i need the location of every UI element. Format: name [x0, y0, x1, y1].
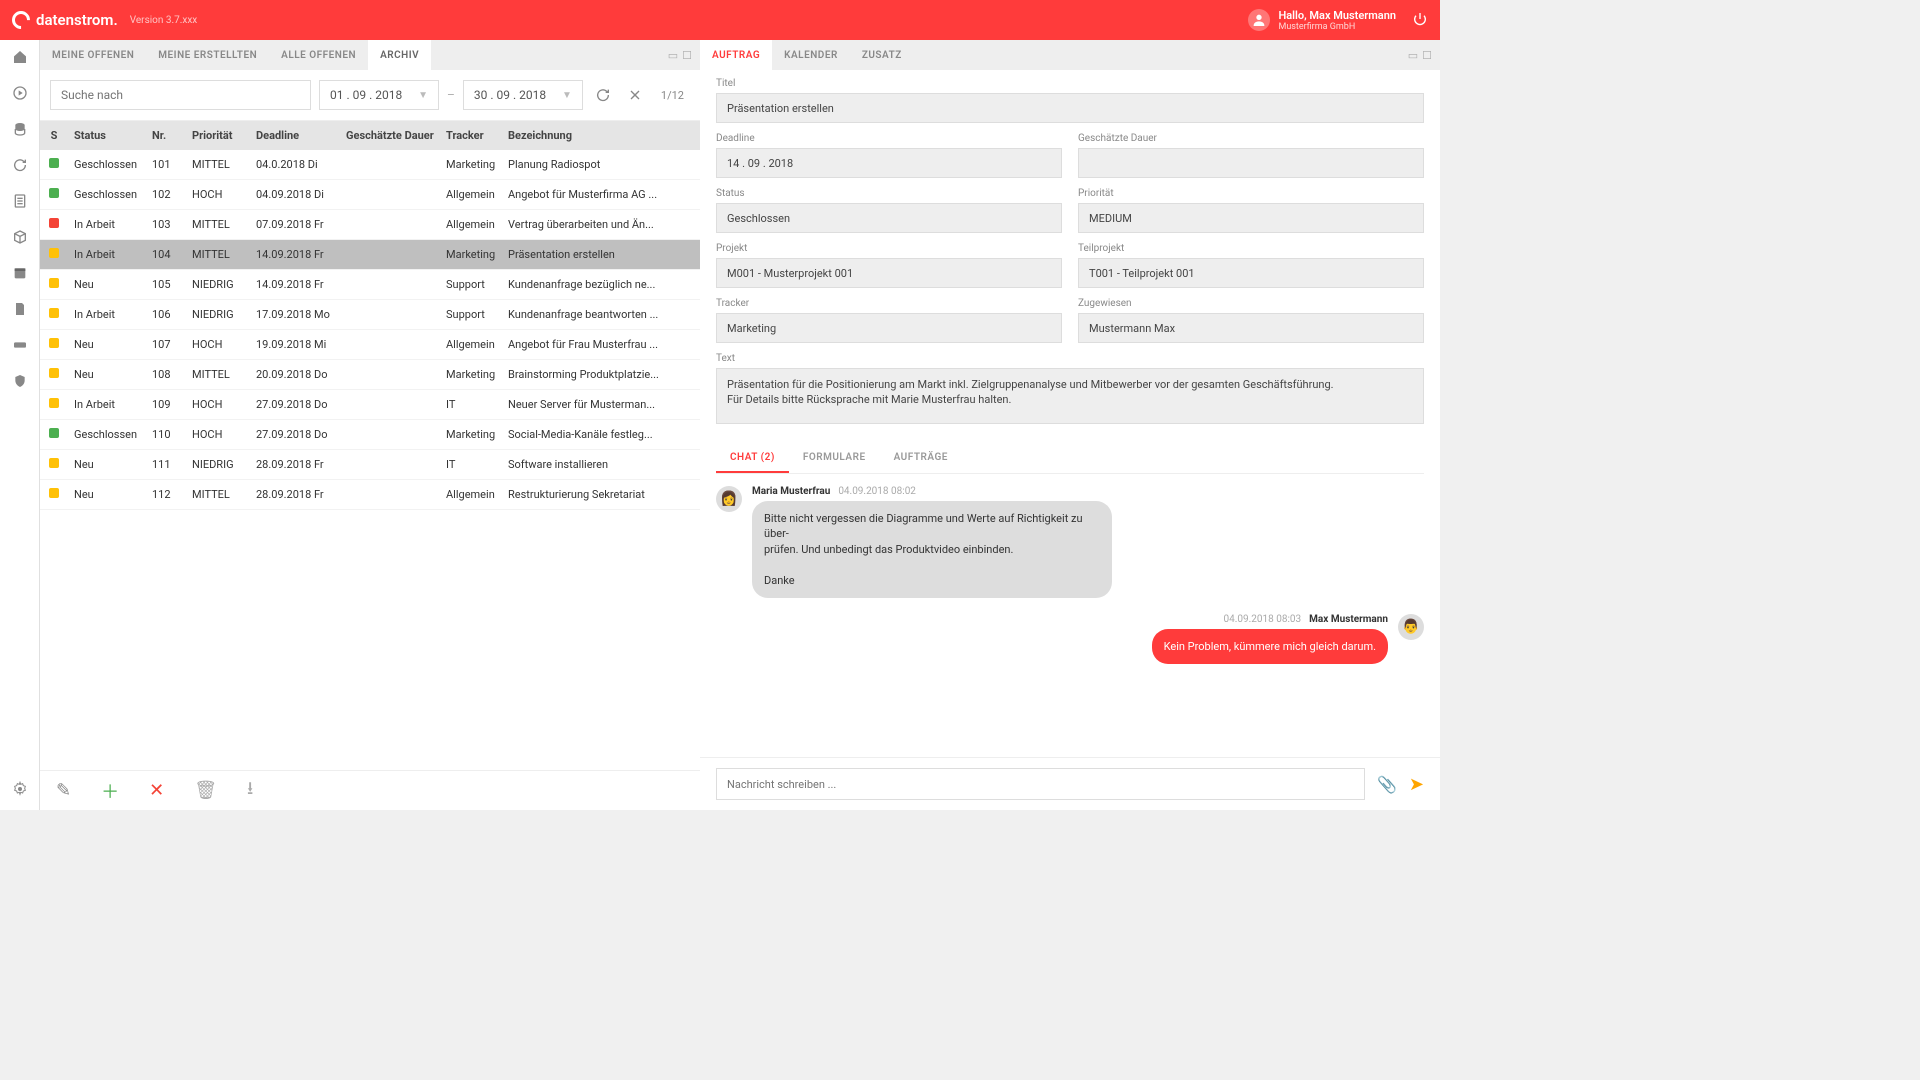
right-tabs: AUFTRAGKALENDERZUSATZ ▭ ☐ — [700, 40, 1440, 70]
status-dot — [49, 428, 59, 438]
table-row[interactable]: Geschlossen110HOCH27.09.2018 DoMarketing… — [40, 420, 700, 450]
date-to-picker[interactable]: 30 . 09 . 2018▼ — [463, 80, 583, 110]
table-row[interactable]: Neu105NIEDRIG14.09.2018 FrSupportKundena… — [40, 270, 700, 300]
maximize-icon[interactable]: ☐ — [1422, 49, 1432, 62]
user-menu[interactable]: Hallo, Max Mustermann Musterfirma GmbH — [1248, 9, 1396, 32]
delete-icon[interactable]: ✕ — [149, 780, 164, 801]
subtab-1[interactable]: FORMULARE — [789, 444, 880, 473]
avatar: 👩 — [716, 486, 742, 512]
brand-text: datenstrom. — [36, 11, 118, 29]
subtab-2[interactable]: AUFTRÄGE — [880, 444, 962, 473]
table-row[interactable]: Geschlossen101MITTEL04.0.2018 DiMarketin… — [40, 150, 700, 180]
play-icon[interactable] — [11, 84, 29, 102]
prio-field[interactable]: MEDIUM — [1078, 203, 1424, 233]
logo-icon — [8, 7, 33, 32]
document-icon[interactable] — [11, 300, 29, 318]
status-dot — [49, 248, 59, 258]
stack-icon[interactable] — [11, 120, 29, 138]
send-icon[interactable]: ➤ — [1409, 774, 1424, 795]
download-icon[interactable]: ⭳ — [247, 776, 253, 806]
minimize-icon[interactable]: ▭ — [1408, 49, 1418, 62]
logo[interactable]: datenstrom. — [12, 11, 118, 29]
add-icon[interactable]: ＋ — [101, 778, 119, 804]
status-dot — [49, 368, 59, 378]
nav-rail — [0, 40, 40, 810]
tab-meine-erstellten[interactable]: MEINE ERSTELLTEN — [146, 40, 269, 70]
table-header: S Status Nr. Priorität Deadline Geschätz… — [40, 121, 700, 150]
box-icon[interactable] — [11, 228, 29, 246]
minimize-icon[interactable]: ▭ — [668, 49, 678, 62]
table-row[interactable]: In Arbeit103MITTEL07.09.2018 FrAllgemein… — [40, 210, 700, 240]
tab-zusatz[interactable]: ZUSATZ — [850, 40, 914, 70]
status-dot — [49, 158, 59, 168]
chevron-down-icon: ▼ — [562, 90, 572, 101]
subtab-0[interactable]: CHAT (2) — [716, 444, 789, 473]
status-dot — [49, 188, 59, 198]
attach-icon[interactable]: 📎 — [1377, 775, 1397, 794]
sub-tabs: CHAT (2)FORMULAREAUFTRÄGE — [716, 444, 1424, 474]
status-field[interactable]: Geschlossen — [716, 203, 1062, 233]
status-dot — [49, 278, 59, 288]
refresh-icon[interactable] — [11, 156, 29, 174]
home-icon[interactable] — [11, 48, 29, 66]
table-row[interactable]: Neu111NIEDRIG28.09.2018 FrITSoftware ins… — [40, 450, 700, 480]
chevron-down-icon: ▼ — [418, 90, 428, 101]
status-dot — [49, 398, 59, 408]
tab-auftrag[interactable]: AUFTRAG — [700, 40, 772, 70]
table-row[interactable]: Geschlossen102HOCH04.09.2018 DiAllgemein… — [40, 180, 700, 210]
avatar: 👨 — [1398, 614, 1424, 640]
tracker-field[interactable]: Marketing — [716, 313, 1062, 343]
date-from-picker[interactable]: 01 . 09 . 2018▼ — [319, 80, 439, 110]
table-row[interactable]: Neu107HOCH19.09.2018 MiAllgemeinAngebot … — [40, 330, 700, 360]
trash-icon[interactable]: 🗑 — [194, 780, 217, 801]
chat-message: 👩Maria Musterfrau04.09.2018 08:02Bitte n… — [716, 486, 1424, 598]
dauer-field[interactable] — [1078, 148, 1424, 178]
close-icon[interactable] — [623, 83, 647, 107]
status-dot — [49, 488, 59, 498]
message-bubble: Bitte nicht vergessen die Diagramme und … — [752, 501, 1112, 598]
tab-kalender[interactable]: KALENDER — [772, 40, 850, 70]
tab-meine-offenen[interactable]: MEINE OFFENEN — [40, 40, 146, 70]
ticket-icon[interactable] — [11, 336, 29, 354]
status-dot — [49, 338, 59, 348]
avatar-icon — [1248, 9, 1270, 31]
zugewiesen-field[interactable]: Mustermann Max — [1078, 313, 1424, 343]
status-dot — [49, 308, 59, 318]
table-row[interactable]: In Arbeit104MITTEL14.09.2018 FrMarketing… — [40, 240, 700, 270]
table-row[interactable]: Neu108MITTEL20.09.2018 DoMarketingBrains… — [40, 360, 700, 390]
teilprojekt-field[interactable]: T001 - Teilprojekt 001 — [1078, 258, 1424, 288]
edit-icon[interactable]: ✎ — [56, 780, 71, 801]
titel-field[interactable]: Präsentation erstellen — [716, 93, 1424, 123]
maximize-icon[interactable]: ☐ — [682, 49, 692, 62]
status-dot — [49, 218, 59, 228]
projekt-field[interactable]: M001 - Musterprojekt 001 — [716, 258, 1062, 288]
company-text: Musterfirma GmbH — [1278, 22, 1396, 32]
reload-icon[interactable] — [591, 83, 615, 107]
text-field[interactable]: Präsentation für die Positionierung am M… — [716, 368, 1424, 424]
shield-icon[interactable] — [11, 372, 29, 390]
version-text: Version 3.7.xxx — [130, 15, 198, 26]
tab-alle-offenen[interactable]: ALLE OFFENEN — [269, 40, 368, 70]
table-row[interactable]: In Arbeit109HOCH27.09.2018 DoITNeuer Ser… — [40, 390, 700, 420]
gear-icon[interactable] — [11, 780, 29, 798]
search-input[interactable] — [50, 80, 311, 110]
deadline-field[interactable]: 14 . 09 . 2018 — [716, 148, 1062, 178]
chat-input[interactable] — [716, 768, 1365, 800]
tab-archiv[interactable]: ARCHIV — [368, 40, 431, 70]
message-bubble: Kein Problem, kümmere mich gleich darum. — [1152, 629, 1388, 664]
greeting-text: Hallo, Max Mustermann — [1278, 9, 1396, 22]
page-info: 1/12 — [655, 89, 690, 102]
table-row[interactable]: In Arbeit106NIEDRIG17.09.2018 MoSupportK… — [40, 300, 700, 330]
chat-message: 👨04.09.2018 08:03Max MustermannKein Prob… — [716, 614, 1424, 664]
calculator-icon[interactable] — [11, 192, 29, 210]
power-icon[interactable] — [1412, 11, 1428, 30]
table-row[interactable]: Neu112MITTEL28.09.2018 FrAllgemeinRestru… — [40, 480, 700, 510]
calendar-icon[interactable] — [11, 264, 29, 282]
left-tabs: MEINE OFFENENMEINE ERSTELLTENALLE OFFENE… — [40, 40, 700, 70]
status-dot — [49, 458, 59, 468]
